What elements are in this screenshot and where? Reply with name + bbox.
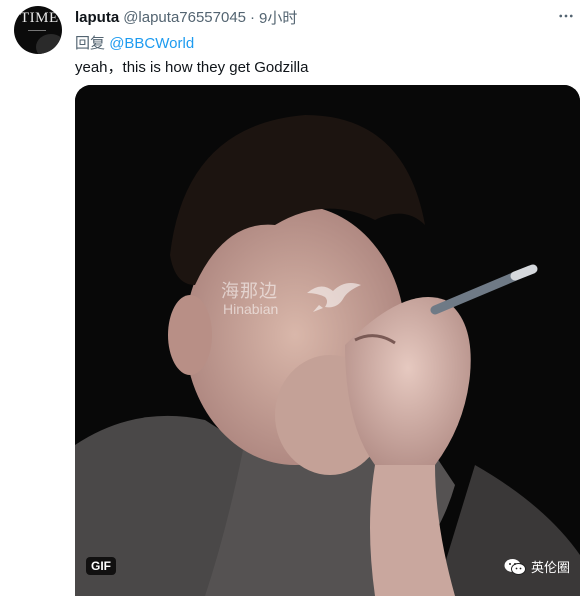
reply-prefix: 回复 — [75, 35, 106, 52]
replying-to: 回复 @BBCWorld — [75, 32, 194, 53]
gif-badge[interactable]: GIF — [86, 557, 116, 575]
tweet-text: yeah，this is how they get Godzilla — [75, 59, 309, 76]
more-horizontal-icon — [559, 14, 573, 18]
avatar-logo-text: TIME — [20, 10, 59, 26]
more-options-button[interactable] — [554, 4, 578, 28]
gif-media[interactable]: 海那边 Hinabian GIF 英伦圈 — [75, 85, 580, 596]
user-handle[interactable]: @laputa76557045 — [123, 9, 246, 26]
gif-frame — [75, 85, 580, 596]
display-name[interactable]: laputa — [75, 9, 119, 26]
watermark-chinese: 海那边 — [221, 281, 278, 301]
tweet-header: laputa @laputa76557045 · 9小时 — [75, 7, 297, 28]
reply-target-link[interactable]: @BBCWorld — [109, 35, 194, 52]
wechat-icon — [504, 558, 526, 575]
bird-logo-icon — [307, 283, 361, 312]
source-watermark: 英伦圈 — [504, 557, 570, 576]
tweet-card[interactable]: TIME laputa @laputa76557045 · 9小时 回复 @BB… — [0, 0, 588, 596]
source-label: 英伦圈 — [530, 560, 570, 575]
watermark-english: Hinabian — [223, 301, 279, 317]
avatar-divider — [28, 30, 46, 31]
avatar-figure — [36, 34, 62, 54]
timestamp[interactable]: 9小时 — [259, 7, 297, 28]
avatar[interactable]: TIME — [14, 6, 62, 54]
watermark: 海那边 Hinabian — [221, 277, 381, 321]
separator-dot: · — [250, 8, 256, 26]
